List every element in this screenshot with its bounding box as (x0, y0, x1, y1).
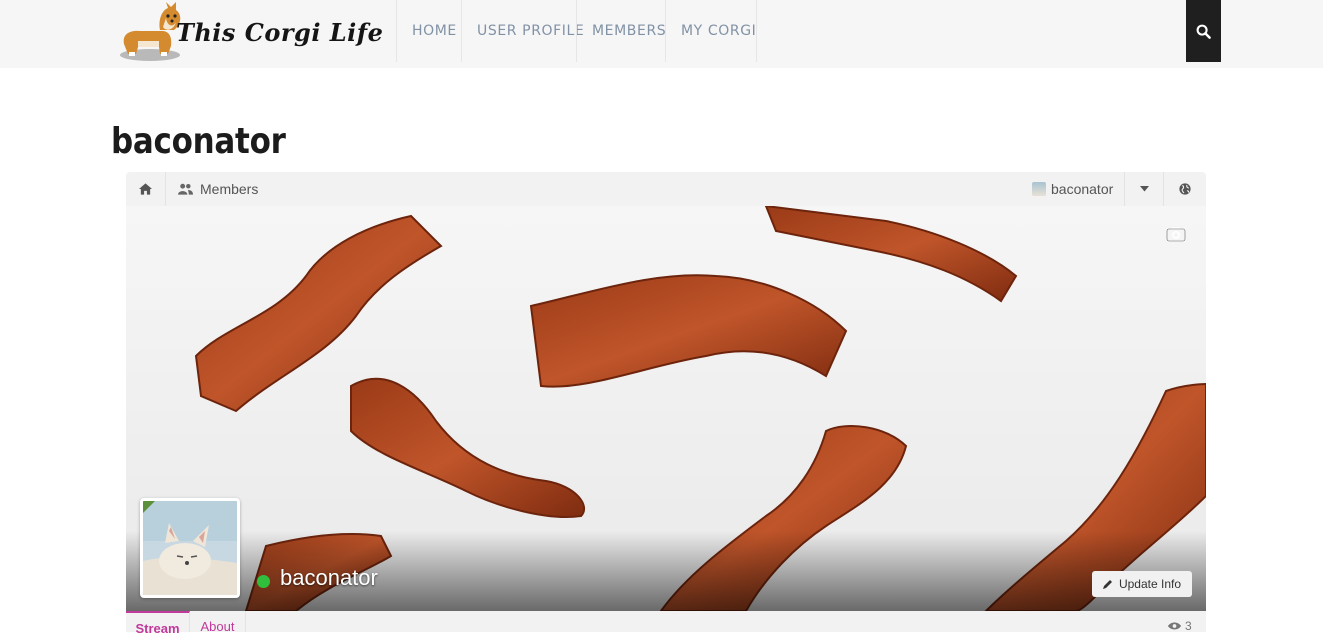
camera-icon (1166, 227, 1186, 242)
profile-avatar[interactable] (140, 498, 240, 598)
tab-stream[interactable]: Stream (126, 611, 190, 636)
profile-tabs: Stream About 3 (126, 611, 1206, 636)
nav-home-label: HOME (412, 23, 457, 39)
privacy-button[interactable] (1164, 172, 1206, 206)
online-status-dot (257, 575, 270, 588)
nav-my-corgi-label: MY CORGI (681, 23, 757, 39)
pencil-icon (1102, 580, 1112, 589)
view-count-value: 3 (1185, 619, 1192, 633)
globe-icon (1179, 183, 1191, 195)
user-menu[interactable]: baconator (1032, 172, 1113, 206)
cover-photo: baconator Update Info (126, 206, 1206, 611)
site-logo[interactable]: This Corgi Life (116, 0, 383, 66)
caret-down-icon (1139, 186, 1149, 192)
nav-item-members[interactable]: MEMBERS (576, 0, 666, 62)
site-header: This Corgi Life HOME USER PROFILE MEMBER… (0, 0, 1323, 68)
change-cover-button[interactable] (1166, 226, 1186, 242)
members-label: Members (200, 181, 259, 197)
update-info-label: Update Info (1118, 577, 1182, 591)
home-button[interactable] (126, 172, 166, 206)
mini-avatar (1032, 182, 1046, 196)
page-title: baconator (111, 121, 286, 162)
toolbar-username: baconator (1051, 181, 1114, 197)
nav-item-user-profile[interactable]: USER PROFILE (461, 0, 584, 62)
logo-text: This Corgi Life (176, 18, 384, 47)
eye-icon (1168, 622, 1181, 630)
nav-item-my-corgi[interactable]: MY CORGI (665, 0, 757, 62)
home-icon (139, 183, 152, 195)
update-info-button[interactable]: Update Info (1092, 571, 1192, 597)
user-dropdown-toggle[interactable] (1124, 172, 1164, 206)
members-icon (178, 183, 193, 195)
members-link[interactable]: Members (178, 172, 258, 206)
nav-members-label: MEMBERS (592, 23, 667, 39)
avatar-image (143, 501, 237, 595)
nav-item-home[interactable]: HOME (396, 0, 462, 62)
tab-about[interactable]: About (190, 611, 246, 634)
profile-toolbar: Members baconator (126, 172, 1206, 206)
nav-user-profile-label: USER PROFILE (477, 23, 585, 39)
search-button[interactable] (1186, 0, 1221, 62)
view-count: 3 (1168, 619, 1192, 633)
cover-username: baconator (280, 565, 378, 590)
search-icon (1196, 24, 1211, 39)
